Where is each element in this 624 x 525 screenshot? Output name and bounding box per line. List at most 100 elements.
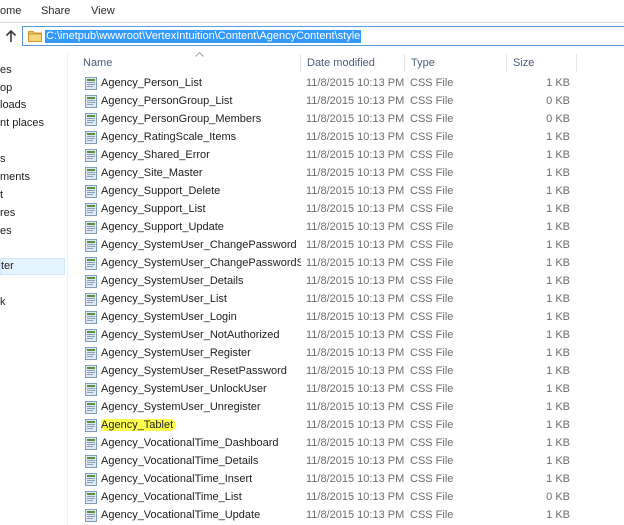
nav-item-selected[interactable]: ter [0,258,65,275]
css-file-icon [84,455,98,468]
file-name[interactable]: Agency_PersonGroup_Members [101,110,301,128]
file-name[interactable]: Agency_VocationalTime_Insert [101,470,301,488]
file-date-modified: 11/8/2015 10:13 PM [306,455,405,467]
file-row[interactable]: Agency_SystemUser_ChangePassword 11/8/201… [76,236,624,254]
css-file-icon [84,95,98,108]
file-row[interactable]: Agency_VocationalTime_Dashboard 11/8/2015… [76,434,624,452]
nav-item[interactable]: t [0,189,3,201]
address-path[interactable]: C:\inetpub\wwwroot\VertexIntuition\Conte… [45,30,362,43]
ribbon-bar: ome Share View [0,0,624,23]
column-name[interactable]: Name [76,53,300,73]
file-name[interactable]: Agency_SystemUser_ChangePassword [101,236,301,254]
nav-item[interactable]: es [0,64,12,76]
nav-item[interactable]: ments [0,171,30,183]
file-row[interactable]: Agency_PersonGroup_List 11/8/2015 10:13 P… [76,92,624,110]
file-name[interactable]: Agency_SystemUser_NotAuthorized [101,326,301,344]
nav-item[interactable]: es [0,225,12,237]
file-type: CSS File [410,419,454,431]
file-name[interactable]: Agency_Person_List [101,74,301,92]
file-date-modified: 11/8/2015 10:13 PM [306,419,405,431]
file-name[interactable]: Agency_SystemUser_UnlockUser [101,380,301,398]
file-name[interactable]: Agency_VocationalTime_Details [101,452,301,470]
nav-item[interactable]: op [0,82,12,94]
file-name[interactable]: Agency_SystemUser_Login [101,308,301,326]
file-name[interactable]: Agency_SystemUser_Register [101,344,301,362]
file-row[interactable]: Agency_SystemUser_UnlockUser 11/8/2015 10… [76,380,624,398]
nav-item[interactable]: loads [0,99,26,111]
file-name[interactable]: Agency_SystemUser_ChangePasswordSu... [101,254,301,272]
file-size: 1 KB [546,473,570,485]
nav-item[interactable]: nt places [0,117,44,129]
file-row[interactable]: Agency_Tablet 11/8/2015 10:13 PM CSS File 1… [76,416,624,434]
css-file-icon [84,221,98,234]
file-date-modified: 11/8/2015 10:13 PM [306,437,405,449]
column-separator[interactable] [576,54,577,72]
ribbon-tab-home[interactable]: ome [0,5,21,17]
file-row[interactable]: Agency_VocationalTime_Details 11/8/2015 1… [76,452,624,470]
file-row[interactable]: Agency_VocationalTime_Insert 11/8/2015 10… [76,470,624,488]
column-date-modified[interactable]: Date modified [300,53,404,73]
file-row[interactable]: Agency_Person_List 11/8/2015 10:13 PM CSS … [76,74,624,92]
file-size: 1 KB [546,131,570,143]
file-row[interactable]: Agency_SystemUser_ChangePasswordSu... 11/… [76,254,624,272]
ribbon-tab-share[interactable]: Share [41,5,70,17]
file-name[interactable]: Agency_RatingScale_Items [101,128,301,146]
address-bar[interactable]: C:\inetpub\wwwroot\VertexIntuition\Conte… [22,26,624,46]
file-name[interactable]: Agency_Support_Delete [101,182,301,200]
nav-item[interactable]: res [0,207,15,219]
file-row[interactable]: Agency_SystemUser_Details 11/8/2015 10:13… [76,272,624,290]
file-row[interactable]: Agency_SystemUser_ResetPassword 11/8/2015… [76,362,624,380]
file-date-modified: 11/8/2015 10:13 PM [306,347,405,359]
nav-item[interactable]: k [0,296,6,308]
file-size: 1 KB [546,401,570,413]
file-date-modified: 11/8/2015 10:13 PM [306,365,405,377]
file-name[interactable]: Agency_Site_Master [101,164,301,182]
file-row[interactable]: Agency_PersonGroup_Members 11/8/2015 10:1… [76,110,624,128]
file-name[interactable]: Agency_Support_Update [101,218,301,236]
file-type: CSS File [410,275,454,287]
file-row[interactable]: Agency_VocationalTime_Update 11/8/2015 10… [76,506,624,524]
file-type: CSS File [410,257,454,269]
file-date-modified: 11/8/2015 10:13 PM [306,221,405,233]
file-name[interactable]: Agency_PersonGroup_List [101,92,301,110]
file-row[interactable]: Agency_SystemUser_Unregister 11/8/2015 10… [76,398,624,416]
nav-item[interactable]: s [0,153,6,165]
css-file-icon [84,257,98,270]
file-date-modified: 11/8/2015 10:13 PM [306,77,405,89]
file-row[interactable]: Agency_VocationalTime_List 11/8/2015 10:1… [76,488,624,506]
file-name[interactable]: Agency_VocationalTime_Dashboard [101,434,301,452]
file-date-modified: 11/8/2015 10:13 PM [306,113,405,125]
css-file-icon [84,239,98,252]
file-date-modified: 11/8/2015 10:13 PM [306,131,405,143]
file-name[interactable]: Agency_VocationalTime_List [101,488,301,506]
file-name[interactable]: Agency_SystemUser_Unregister [101,398,301,416]
css-file-icon [84,383,98,396]
up-arrow-icon[interactable] [4,29,18,43]
css-file-icon [84,293,98,306]
file-row[interactable]: Agency_Support_Update 11/8/2015 10:13 PM C… [76,218,624,236]
file-row[interactable]: Agency_SystemUser_List 11/8/2015 10:13 PM… [76,290,624,308]
file-name[interactable]: Agency_SystemUser_ResetPassword [101,362,301,380]
file-row[interactable]: Agency_RatingScale_Items 11/8/2015 10:13 … [76,128,624,146]
file-size: 1 KB [546,221,570,233]
file-row[interactable]: Agency_SystemUser_Register 11/8/2015 10:1… [76,344,624,362]
column-size[interactable]: Size [506,53,576,73]
file-date-modified: 11/8/2015 10:13 PM [306,311,405,323]
file-row[interactable]: Agency_Support_List 11/8/2015 10:13 PM CSS… [76,200,624,218]
file-name[interactable]: Agency_Support_List [101,200,301,218]
pane-divider[interactable] [67,52,68,525]
file-name[interactable]: Agency_Shared_Error [101,146,301,164]
file-name[interactable]: Agency_SystemUser_Details [101,272,301,290]
file-name[interactable]: Agency_VocationalTime_Update [101,506,301,524]
file-name[interactable]: Agency_SystemUser_List [101,290,301,308]
column-type[interactable]: Type [404,53,506,73]
file-row[interactable]: Agency_SystemUser_Login 11/8/2015 10:13 P… [76,308,624,326]
file-row[interactable]: Agency_SystemUser_NotAuthorized 11/8/2015… [76,326,624,344]
file-name[interactable]: Agency_Tablet [101,416,301,434]
file-row[interactable]: Agency_Shared_Error 11/8/2015 10:13 PM CSS… [76,146,624,164]
file-row[interactable]: Agency_Site_Master 11/8/2015 10:13 PM CSS … [76,164,624,182]
file-row[interactable]: Agency_Support_Delete 11/8/2015 10:13 PM C… [76,182,624,200]
ribbon-tab-view[interactable]: View [91,5,115,17]
file-type: CSS File [410,365,454,377]
file-size: 1 KB [546,311,570,323]
